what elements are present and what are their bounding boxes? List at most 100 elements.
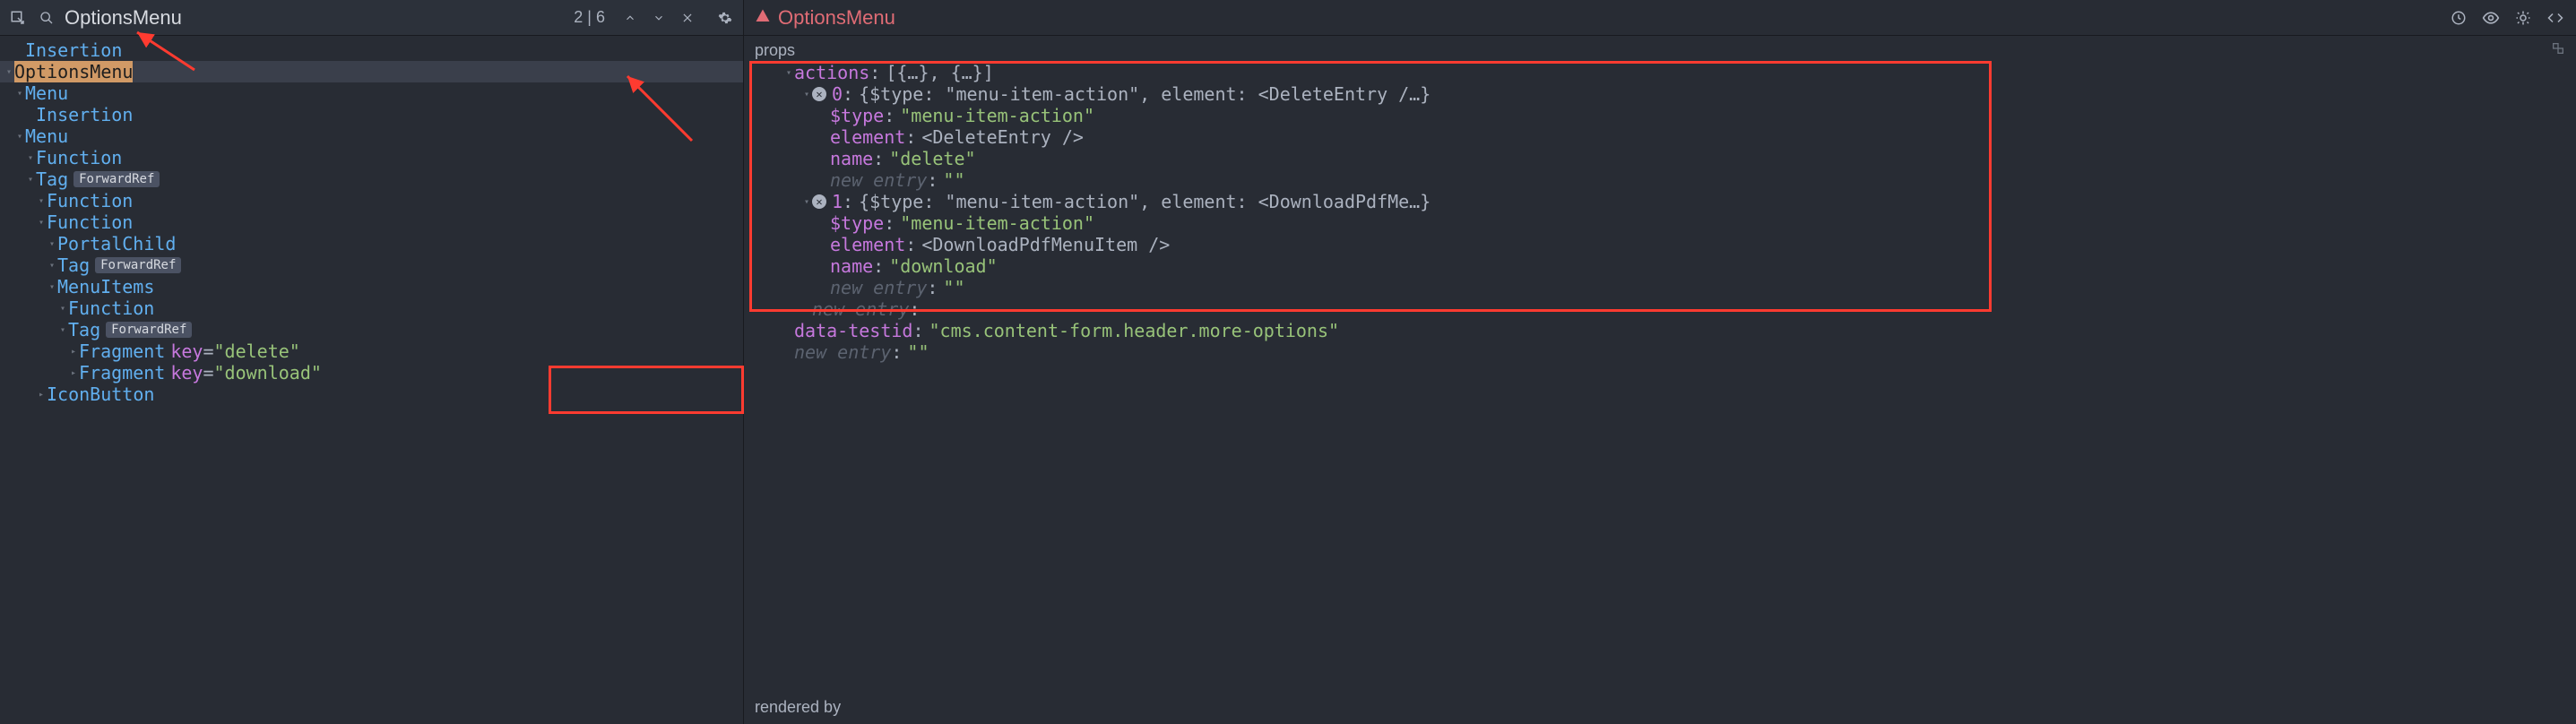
tree-caret-icon[interactable] — [25, 175, 36, 185]
prop-key: name — [830, 255, 873, 277]
tree-node-name: Fragment — [79, 362, 165, 384]
tree-node-name: Function — [47, 211, 133, 233]
prop-value[interactable]: "" — [943, 277, 964, 298]
close-icon[interactable] — [677, 7, 698, 29]
tree-node-name: Fragment — [79, 340, 165, 362]
prop-value[interactable]: "" — [943, 169, 964, 191]
tree-caret-icon[interactable] — [68, 347, 79, 357]
tree-caret-icon[interactable] — [57, 325, 68, 335]
tree-node[interactable]: Insertion — [0, 104, 743, 125]
rendered-by-section: rendered by — [744, 691, 2576, 724]
prop-row[interactable]: $type: "menu-item-action" — [744, 105, 2576, 126]
gear-icon[interactable] — [714, 7, 736, 29]
tree-node-name: Tag — [68, 319, 100, 340]
tree-caret-icon[interactable] — [36, 390, 47, 400]
tree-node-name: Insertion — [36, 104, 133, 125]
tree-caret-icon[interactable] — [25, 153, 36, 163]
prop-value[interactable]: <DeleteEntry /> — [921, 126, 1084, 148]
prop-placeholder[interactable]: new entry — [794, 341, 891, 363]
tree-caret-icon[interactable] — [14, 132, 25, 142]
tree-node[interactable]: Function — [0, 211, 743, 233]
tree-attr-key: key — [170, 340, 203, 362]
tree-node[interactable]: Insertion — [0, 39, 743, 61]
tree-caret-icon[interactable] — [47, 261, 57, 271]
tree-node[interactable]: Function — [0, 190, 743, 211]
tree-caret-icon[interactable] — [68, 368, 79, 378]
hoc-badge: ForwardRef — [95, 257, 181, 273]
prop-row[interactable]: element: <DeleteEntry /> — [744, 126, 2576, 148]
tree-caret-icon[interactable] — [14, 89, 25, 99]
tree-node[interactable]: OptionsMenu — [0, 61, 743, 82]
delete-entry-icon[interactable]: ✕ — [812, 194, 826, 209]
prop-caret-icon[interactable] — [801, 197, 812, 207]
eye-icon[interactable] — [2481, 8, 2501, 28]
prop-row[interactable]: name: "delete" — [744, 148, 2576, 169]
tree-caret-icon[interactable] — [36, 218, 47, 228]
tree-node-name: Insertion — [25, 39, 122, 61]
tree-caret-icon[interactable] — [36, 196, 47, 206]
prop-row[interactable]: actions: [{…}, {…}] — [744, 62, 2576, 83]
prop-row[interactable]: new entry: "" — [744, 277, 2576, 298]
prop-value[interactable]: <DownloadPdfMenuItem /> — [921, 234, 1170, 255]
prop-key: $type — [830, 105, 884, 126]
prop-row[interactable]: ✕0: {$type: "menu-item-action", element:… — [744, 83, 2576, 105]
tree-node[interactable]: Fragmentkey="download" — [0, 362, 743, 384]
tree-node[interactable]: MenuItems — [0, 276, 743, 297]
tree-attr-value: "download" — [214, 362, 322, 384]
component-tree[interactable]: InsertionOptionsMenuMenuInsertionMenuFun… — [0, 36, 743, 724]
prop-row[interactable]: new entry: "" — [744, 169, 2576, 191]
prop-row[interactable]: element: <DownloadPdfMenuItem /> — [744, 234, 2576, 255]
tree-node[interactable]: Menu — [0, 125, 743, 147]
select-element-icon[interactable] — [7, 7, 29, 29]
search-input[interactable] — [65, 6, 566, 30]
prop-row[interactable]: name: "download" — [744, 255, 2576, 277]
tree-node[interactable]: Menu — [0, 82, 743, 104]
prop-caret-icon[interactable] — [783, 68, 794, 78]
prop-value[interactable]: "delete" — [889, 148, 975, 169]
prop-placeholder[interactable]: new entry — [830, 169, 927, 191]
tree-node[interactable]: TagForwardRef — [0, 319, 743, 340]
search-bar: 2 | 6 — [0, 0, 743, 36]
next-result-icon[interactable] — [648, 7, 670, 29]
tree-caret-icon[interactable] — [47, 282, 57, 292]
tree-caret-icon[interactable] — [47, 239, 57, 249]
props-panel: OptionsMenu props actions: [{…}, {…}]✕0:… — [744, 0, 2576, 724]
prop-row[interactable]: new entry: — [744, 298, 2576, 320]
tree-node[interactable]: Fragmentkey="delete" — [0, 340, 743, 362]
copy-to-clipboard-icon[interactable] — [2551, 41, 2565, 60]
tree-attr-key: key — [170, 362, 203, 384]
prop-key: 0 — [832, 83, 843, 105]
prop-key: 1 — [832, 191, 843, 212]
prop-placeholder[interactable]: new entry — [812, 298, 909, 320]
prop-caret-icon[interactable] — [801, 90, 812, 99]
inspected-header: OptionsMenu — [744, 0, 2576, 36]
tree-node[interactable]: IconButton — [0, 384, 743, 405]
prop-summary: {$type: "menu-item-action", element: <Do… — [859, 191, 1431, 212]
prop-row[interactable]: ✕1: {$type: "menu-item-action", element:… — [744, 191, 2576, 212]
component-tree-panel: 2 | 6 InsertionOptionsMenuMenuInsertionM… — [0, 0, 744, 724]
tree-node[interactable]: TagForwardRef — [0, 168, 743, 190]
prop-value[interactable]: "" — [907, 341, 929, 363]
source-icon[interactable] — [2546, 8, 2565, 28]
debug-icon[interactable] — [2513, 8, 2533, 28]
tree-node[interactable]: PortalChild — [0, 233, 743, 254]
prop-row[interactable]: data-testid: "cms.content-form.header.mo… — [744, 320, 2576, 341]
tree-caret-icon[interactable] — [57, 304, 68, 314]
prop-value[interactable]: "download" — [889, 255, 997, 277]
prop-summary: [{…}, {…}] — [886, 62, 993, 83]
prop-row[interactable]: $type: "menu-item-action" — [744, 212, 2576, 234]
delete-entry-icon[interactable]: ✕ — [812, 87, 826, 101]
props-section-header: props — [744, 39, 2576, 62]
tree-caret-icon[interactable] — [4, 67, 14, 77]
prop-value[interactable]: "cms.content-form.header.more-options" — [929, 320, 1340, 341]
suspend-icon[interactable] — [2449, 8, 2468, 28]
tree-node[interactable]: Function — [0, 297, 743, 319]
prop-value[interactable]: "menu-item-action" — [900, 105, 1094, 126]
prop-placeholder[interactable]: new entry — [830, 277, 927, 298]
search-result-count: 2 | 6 — [574, 8, 605, 27]
prop-value[interactable]: "menu-item-action" — [900, 212, 1094, 234]
prev-result-icon[interactable] — [619, 7, 641, 29]
prop-row[interactable]: new entry: "" — [744, 341, 2576, 363]
tree-node[interactable]: TagForwardRef — [0, 254, 743, 276]
tree-node[interactable]: Function — [0, 147, 743, 168]
